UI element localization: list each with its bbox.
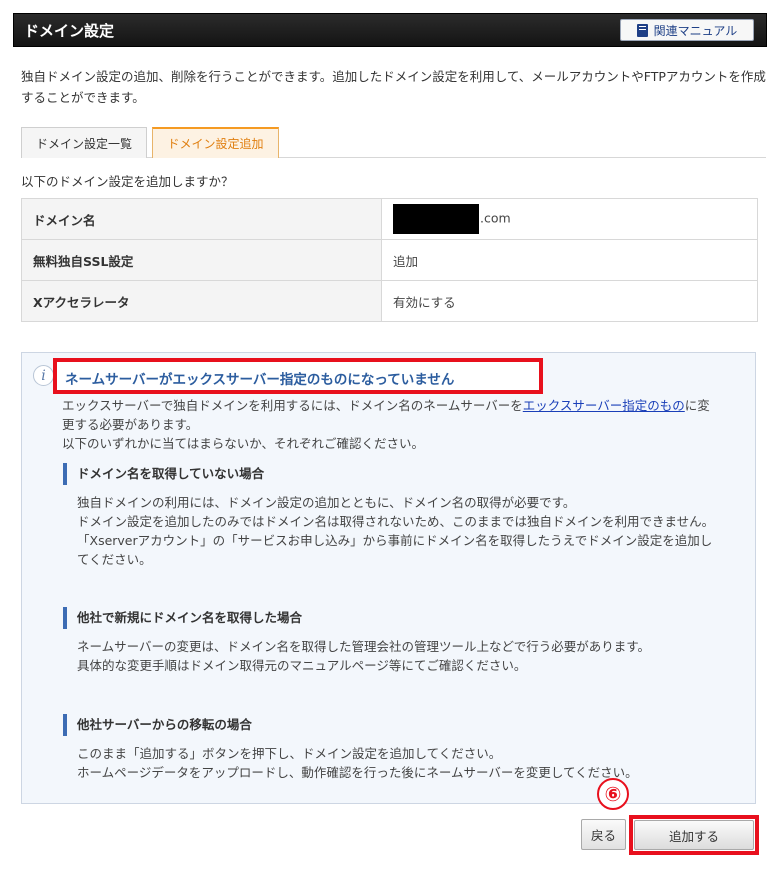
table-row: 無料独自SSL設定 追加 xyxy=(21,239,758,281)
section-line: ホームページデータをアップロードし、動作確認を行った後にネームサーバーを変更して… xyxy=(77,765,638,780)
notice-section: ドメイン名を取得していない場合 独自ドメインの利用には、ドメイン設定の追加ととも… xyxy=(63,463,723,569)
section-body: ネームサーバーの変更は、ドメイン名を取得した管理会社の管理ツール上などで行う必要… xyxy=(63,637,723,675)
confirm-question: 以下のドメイン設定を追加しますか？ xyxy=(21,174,234,189)
notice-title-highlight: ネームサーバーがエックスサーバー指定のものになっていません xyxy=(53,358,543,394)
row-label: Xアクセラレータ xyxy=(21,280,382,322)
domain-name-value: .com xyxy=(381,198,758,240)
row-value: 有効にする xyxy=(381,280,758,322)
section-body: このまま「追加する」ボタンを押下し、ドメイン設定を追加してください。 ホームペー… xyxy=(63,744,723,782)
section-line: このまま「追加する」ボタンを押下し、ドメイン設定を追加してください。 xyxy=(77,746,502,761)
redacted-block xyxy=(393,204,479,234)
section-line: ドメイン設定を追加したのみではドメイン名は取得されないため、このままでは独自ドメ… xyxy=(77,514,715,529)
back-button[interactable]: 戻る xyxy=(581,819,626,850)
page-title: ドメイン設定 xyxy=(24,22,115,40)
tab-domain-add[interactable]: ドメイン設定追加 xyxy=(152,127,279,158)
section-heading: ドメイン名を取得していない場合 xyxy=(63,463,723,485)
info-icon: i xyxy=(33,365,54,386)
row-value: 追加 xyxy=(381,239,758,281)
book-icon xyxy=(636,23,648,37)
row-label: 無料独自SSL設定 xyxy=(21,239,382,281)
section-line: ネームサーバーの変更は、ドメイン名を取得した管理会社の管理ツール上などで行う必要… xyxy=(77,639,651,654)
table-row: Xアクセラレータ 有効にする xyxy=(21,280,758,322)
notice-section: 他社で新規にドメイン名を取得した場合 ネームサーバーの変更は、ドメイン名を取得し… xyxy=(63,607,723,675)
add-button-highlight: 追加する xyxy=(629,815,759,855)
page-description: 独自ドメイン設定の追加、削除を行うことができます。追加したドメイン設定を利用して… xyxy=(21,69,766,105)
section-heading: 他社サーバーからの移転の場合 xyxy=(63,714,723,736)
notice-body: エックスサーバーで独自ドメインを利用するには、ドメイン名のネームサーバーをエック… xyxy=(62,396,722,453)
table-row: ドメイン名 .com xyxy=(21,198,758,240)
notice-body-text: エックスサーバーで独自ドメインを利用するには、ドメイン名のネームサーバーを xyxy=(62,398,523,413)
xserver-nameserver-link[interactable]: エックスサーバー指定のもの xyxy=(523,398,685,413)
related-manual-button[interactable]: 関連マニュアル xyxy=(620,19,754,41)
tab-domain-list[interactable]: ドメイン設定一覧 xyxy=(21,127,147,158)
domain-suffix: .com xyxy=(480,210,511,226)
notice-body-text: 以下のいずれかに当てはまらないか、それぞれご確認ください。 xyxy=(62,436,425,451)
related-manual-label: 関連マニュアル xyxy=(653,23,738,38)
step-number-marker: ⑥ xyxy=(597,778,629,810)
row-label: ドメイン名 xyxy=(21,198,382,240)
confirm-table: ドメイン名 .com 無料独自SSL設定 追加 Xアクセラレータ 有効にする xyxy=(21,198,758,322)
section-line: 具体的な変更手順はドメイン取得元のマニュアルページ等にてご確認ください。 xyxy=(77,658,527,673)
title-bar: ドメイン設定 関連マニュアル xyxy=(13,13,767,47)
tab-bar: ドメイン設定一覧 ドメイン設定追加 xyxy=(21,127,766,158)
section-line: 「Xserverアカウント」の「サービスお申し込み」から事前にドメイン名を取得し… xyxy=(77,533,713,567)
add-button[interactable]: 追加する xyxy=(634,820,754,850)
notice-title: ネームサーバーがエックスサーバー指定のものになっていません xyxy=(65,372,455,388)
nameserver-notice: i ネームサーバーがエックスサーバー指定のものになっていません エックスサーバー… xyxy=(21,352,756,804)
section-heading: 他社で新規にドメイン名を取得した場合 xyxy=(63,607,723,629)
notice-section: 他社サーバーからの移転の場合 このまま「追加する」ボタンを押下し、ドメイン設定を… xyxy=(63,714,723,782)
section-body: 独自ドメインの利用には、ドメイン設定の追加とともに、ドメイン名の取得が必要です。… xyxy=(63,493,723,569)
section-line: 独自ドメインの利用には、ドメイン設定の追加とともに、ドメイン名の取得が必要です。 xyxy=(77,495,576,510)
